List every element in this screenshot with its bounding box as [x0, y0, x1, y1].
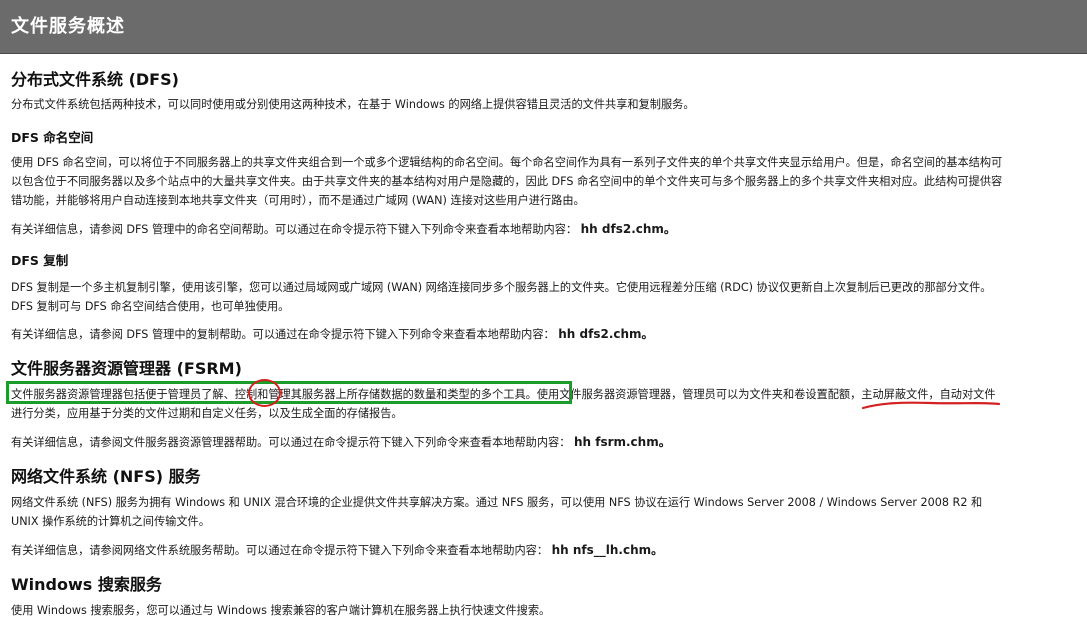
- dfs-replication-heading: DFS 复制: [11, 253, 69, 268]
- nfs-help-text: 有关详细信息，请参阅网络文件系统服务帮助。可以通过在命令提示符下键入下列命令来查…: [11, 544, 549, 557]
- dfs-heading: 分布式文件系统 (DFS): [11, 70, 179, 89]
- dfs-replication-help: 有关详细信息，请参阅 DFS 管理中的复制帮助。可以通过在命令提示符下键入下列命…: [11, 325, 1077, 345]
- fsrm-help-text: 有关详细信息，请参阅文件服务器资源管理器帮助。可以通过在命令提示符下键入下列命令…: [11, 436, 571, 449]
- dfs-intro: 分布式文件系统包括两种技术，可以同时使用或分别使用这两种技术，在基于 Windo…: [11, 98, 695, 111]
- dfs-namespace-heading: DFS 命名空间: [11, 130, 94, 145]
- nfs-text-line1: 网络文件系统 (NFS) 服务为拥有 Windows 和 UNIX 混合环境的企…: [11, 496, 983, 509]
- page-header: 文件服务概述: [0, 0, 1087, 54]
- dfs-replication-text-line1: DFS 复制是一个多主机复制引擎，使用该引擎，您可以通过局域网或广域网 (WAN…: [11, 281, 992, 294]
- nfs-help-command: hh nfs__lh.chm。: [551, 543, 664, 557]
- dfs-namespace-help-text: 有关详细信息，请参阅 DFS 管理中的命名空间帮助。可以通过在命令提示符下键入下…: [11, 223, 578, 236]
- search-heading: Windows 搜索服务: [11, 575, 162, 594]
- dfs-namespace-text-line1: 使用 DFS 命名空间，可以将位于不同服务器上的共享文件夹组合到一个或多个逻辑结…: [11, 156, 1003, 169]
- dfs-namespace-help-command: hh dfs2.chm。: [580, 222, 676, 236]
- dfs-namespace-help: 有关详细信息，请参阅 DFS 管理中的命名空间帮助。可以通过在命令提示符下键入下…: [11, 220, 1077, 240]
- dfs-namespace-text-line2: 以包含位于不同服务器以及多个站点中的大量共享文件夹。由于共享文件夹的基本结构对用…: [11, 175, 1003, 188]
- nfs-help: 有关详细信息，请参阅网络文件系统服务帮助。可以通过在命令提示符下键入下列命令来查…: [11, 541, 1077, 561]
- fsrm-help-command: hh fsrm.chm。: [573, 435, 671, 449]
- highlight-underline: [861, 401, 1001, 410]
- nfs-heading: 网络文件系统 (NFS) 服务: [11, 467, 201, 486]
- search-text: 使用 Windows 搜索服务，您可以通过与 Windows 搜索兼容的客户端计…: [11, 604, 551, 617]
- highlight-box: [6, 381, 572, 404]
- dfs-replication-text-line2: DFS 复制可与 DFS 命名空间结合使用，也可单独使用。: [11, 300, 290, 313]
- fsrm-help: 有关详细信息，请参阅文件服务器资源管理器帮助。可以通过在命令提示符下键入下列命令…: [11, 433, 1077, 453]
- page-title: 文件服务概述: [11, 16, 125, 37]
- dfs-replication-help-text: 有关详细信息，请参阅 DFS 管理中的复制帮助。可以通过在命令提示符下键入下列命…: [11, 328, 555, 341]
- nfs-text-line2: UNIX 操作系统的计算机之间传输文件。: [11, 515, 210, 528]
- dfs-namespace-text-line3: 错功能，并能够将用户自动连接到本地共享文件夹（可用时），而不是通过广域网 (WA…: [11, 194, 585, 207]
- highlight-circle: [248, 379, 281, 407]
- fsrm-heading: 文件服务器资源管理器 (FSRM): [11, 359, 242, 378]
- dfs-replication-help-command: hh dfs2.chm。: [558, 327, 654, 341]
